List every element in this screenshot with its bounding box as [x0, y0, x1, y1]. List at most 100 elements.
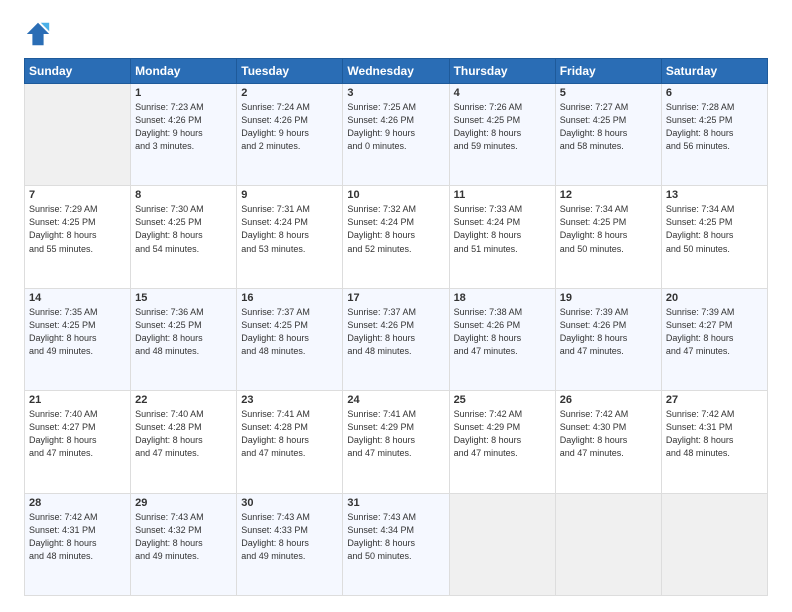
day-info: Sunrise: 7:43 AM Sunset: 4:32 PM Dayligh… — [135, 511, 232, 563]
calendar-week-4: 21Sunrise: 7:40 AM Sunset: 4:27 PM Dayli… — [25, 391, 768, 493]
day-info: Sunrise: 7:27 AM Sunset: 4:25 PM Dayligh… — [560, 101, 657, 153]
day-number: 5 — [560, 87, 657, 99]
day-info: Sunrise: 7:40 AM Sunset: 4:28 PM Dayligh… — [135, 408, 232, 460]
day-info: Sunrise: 7:37 AM Sunset: 4:25 PM Dayligh… — [241, 306, 338, 358]
calendar-cell: 13 Sunrise: 7:34 AM Sunset: 4:25 PM Dayli… — [661, 186, 767, 288]
header-day-wednesday: Wednesday — [343, 59, 449, 84]
day-number: 16 — [241, 292, 338, 304]
calendar-cell: 16 Sunrise: 7:37 AM Sunset: 4:25 PM Dayli… — [237, 288, 343, 390]
calendar-cell: 12 Sunrise: 7:34 AM Sunset: 4:25 PM Dayli… — [555, 186, 661, 288]
day-info: Sunrise: 7:35 AM Sunset: 4:25 PM Dayligh… — [29, 306, 126, 358]
calendar-cell: 4Sunrise: 7:26 AM Sunset: 4:25 PM Daylig… — [449, 84, 555, 186]
calendar-cell: 14Sunrise: 7:35 AM Sunset: 4:25 PM Dayli… — [25, 288, 131, 390]
day-number: 15 — [135, 292, 232, 304]
calendar-cell — [555, 493, 661, 595]
calendar-cell: 29 Sunrise: 7:43 AM Sunset: 4:32 PM Dayli… — [131, 493, 237, 595]
day-number: 10 — [347, 189, 444, 201]
calendar-cell: 25Sunrise: 7:42 AM Sunset: 4:29 PM Dayli… — [449, 391, 555, 493]
calendar-cell: 18 Sunrise: 7:38 AM Sunset: 4:26 PM Dayli… — [449, 288, 555, 390]
calendar-cell: 19 Sunrise: 7:39 AM Sunset: 4:26 PM Dayli… — [555, 288, 661, 390]
day-info: Sunrise: 7:34 AM Sunset: 4:25 PM Dayligh… — [560, 203, 657, 255]
day-info: Sunrise: 7:42 AM Sunset: 4:31 PM Dayligh… — [29, 511, 126, 563]
calendar-cell: 7 Sunrise: 7:29 AM Sunset: 4:25 PM Daylig… — [25, 186, 131, 288]
day-info: Sunrise: 7:41 AM Sunset: 4:28 PM Dayligh… — [241, 408, 338, 460]
day-number: 8 — [135, 189, 232, 201]
day-number: 7 — [29, 189, 126, 201]
calendar-week-5: 28Sunrise: 7:42 AM Sunset: 4:31 PM Dayli… — [25, 493, 768, 595]
day-info: Sunrise: 7:42 AM Sunset: 4:30 PM Dayligh… — [560, 408, 657, 460]
day-number: 27 — [666, 394, 763, 406]
day-number: 22 — [135, 394, 232, 406]
day-info: Sunrise: 7:25 AM Sunset: 4:26 PM Dayligh… — [347, 101, 444, 153]
day-info: Sunrise: 7:38 AM Sunset: 4:26 PM Dayligh… — [454, 306, 551, 358]
day-info: Sunrise: 7:30 AM Sunset: 4:25 PM Dayligh… — [135, 203, 232, 255]
day-number: 24 — [347, 394, 444, 406]
calendar-week-1: 1 Sunrise: 7:23 AM Sunset: 4:26 PM Daylig… — [25, 84, 768, 186]
day-number: 2 — [241, 87, 338, 99]
calendar-cell: 3 Sunrise: 7:25 AM Sunset: 4:26 PM Daylig… — [343, 84, 449, 186]
calendar-cell: 21Sunrise: 7:40 AM Sunset: 4:27 PM Dayli… — [25, 391, 131, 493]
day-number: 18 — [454, 292, 551, 304]
calendar-cell: 28Sunrise: 7:42 AM Sunset: 4:31 PM Dayli… — [25, 493, 131, 595]
day-info: Sunrise: 7:42 AM Sunset: 4:29 PM Dayligh… — [454, 408, 551, 460]
day-number: 13 — [666, 189, 763, 201]
logo — [24, 20, 56, 48]
day-info: Sunrise: 7:33 AM Sunset: 4:24 PM Dayligh… — [454, 203, 551, 255]
day-number: 20 — [666, 292, 763, 304]
day-info: Sunrise: 7:24 AM Sunset: 4:26 PM Dayligh… — [241, 101, 338, 153]
day-info: Sunrise: 7:29 AM Sunset: 4:25 PM Dayligh… — [29, 203, 126, 255]
calendar-cell: 15 Sunrise: 7:36 AM Sunset: 4:25 PM Dayli… — [131, 288, 237, 390]
day-info: Sunrise: 7:34 AM Sunset: 4:25 PM Dayligh… — [666, 203, 763, 255]
header-day-monday: Monday — [131, 59, 237, 84]
day-number: 4 — [454, 87, 551, 99]
calendar-cell: 31 Sunrise: 7:43 AM Sunset: 4:34 PM Dayli… — [343, 493, 449, 595]
day-info: Sunrise: 7:39 AM Sunset: 4:26 PM Dayligh… — [560, 306, 657, 358]
calendar-cell: 5 Sunrise: 7:27 AM Sunset: 4:25 PM Daylig… — [555, 84, 661, 186]
calendar-cell — [25, 84, 131, 186]
day-number: 21 — [29, 394, 126, 406]
calendar-cell: 6Sunrise: 7:28 AM Sunset: 4:25 PM Daylig… — [661, 84, 767, 186]
day-number: 29 — [135, 497, 232, 509]
calendar-cell: 22 Sunrise: 7:40 AM Sunset: 4:28 PM Dayli… — [131, 391, 237, 493]
header-day-saturday: Saturday — [661, 59, 767, 84]
calendar-cell — [661, 493, 767, 595]
calendar-week-2: 7 Sunrise: 7:29 AM Sunset: 4:25 PM Daylig… — [25, 186, 768, 288]
calendar-body: 1 Sunrise: 7:23 AM Sunset: 4:26 PM Daylig… — [25, 84, 768, 596]
day-number: 19 — [560, 292, 657, 304]
day-number: 30 — [241, 497, 338, 509]
calendar-cell: 2 Sunrise: 7:24 AM Sunset: 4:26 PM Daylig… — [237, 84, 343, 186]
day-number: 17 — [347, 292, 444, 304]
logo-icon — [24, 20, 52, 48]
day-number: 12 — [560, 189, 657, 201]
calendar-cell: 30Sunrise: 7:43 AM Sunset: 4:33 PM Dayli… — [237, 493, 343, 595]
header-row: SundayMondayTuesdayWednesdayThursdayFrid… — [25, 59, 768, 84]
day-info: Sunrise: 7:41 AM Sunset: 4:29 PM Dayligh… — [347, 408, 444, 460]
day-info: Sunrise: 7:23 AM Sunset: 4:26 PM Dayligh… — [135, 101, 232, 153]
day-number: 23 — [241, 394, 338, 406]
day-info: Sunrise: 7:36 AM Sunset: 4:25 PM Dayligh… — [135, 306, 232, 358]
calendar-cell: 27 Sunrise: 7:42 AM Sunset: 4:31 PM Dayli… — [661, 391, 767, 493]
day-number: 9 — [241, 189, 338, 201]
day-info: Sunrise: 7:39 AM Sunset: 4:27 PM Dayligh… — [666, 306, 763, 358]
page: SundayMondayTuesdayWednesdayThursdayFrid… — [0, 0, 792, 612]
calendar-cell: 9Sunrise: 7:31 AM Sunset: 4:24 PM Daylig… — [237, 186, 343, 288]
day-info: Sunrise: 7:43 AM Sunset: 4:34 PM Dayligh… — [347, 511, 444, 563]
day-info: Sunrise: 7:42 AM Sunset: 4:31 PM Dayligh… — [666, 408, 763, 460]
header-day-friday: Friday — [555, 59, 661, 84]
day-number: 1 — [135, 87, 232, 99]
day-number: 31 — [347, 497, 444, 509]
calendar-cell: 23 Sunrise: 7:41 AM Sunset: 4:28 PM Dayli… — [237, 391, 343, 493]
calendar-header: SundayMondayTuesdayWednesdayThursdayFrid… — [25, 59, 768, 84]
header — [24, 20, 768, 48]
calendar-cell: 11Sunrise: 7:33 AM Sunset: 4:24 PM Dayli… — [449, 186, 555, 288]
calendar-cell — [449, 493, 555, 595]
day-number: 6 — [666, 87, 763, 99]
day-info: Sunrise: 7:37 AM Sunset: 4:26 PM Dayligh… — [347, 306, 444, 358]
header-day-sunday: Sunday — [25, 59, 131, 84]
day-number: 3 — [347, 87, 444, 99]
day-number: 26 — [560, 394, 657, 406]
calendar-cell: 8 Sunrise: 7:30 AM Sunset: 4:25 PM Daylig… — [131, 186, 237, 288]
calendar-cell: 17 Sunrise: 7:37 AM Sunset: 4:26 PM Dayli… — [343, 288, 449, 390]
calendar-week-3: 14Sunrise: 7:35 AM Sunset: 4:25 PM Dayli… — [25, 288, 768, 390]
calendar-cell: 20 Sunrise: 7:39 AM Sunset: 4:27 PM Dayli… — [661, 288, 767, 390]
